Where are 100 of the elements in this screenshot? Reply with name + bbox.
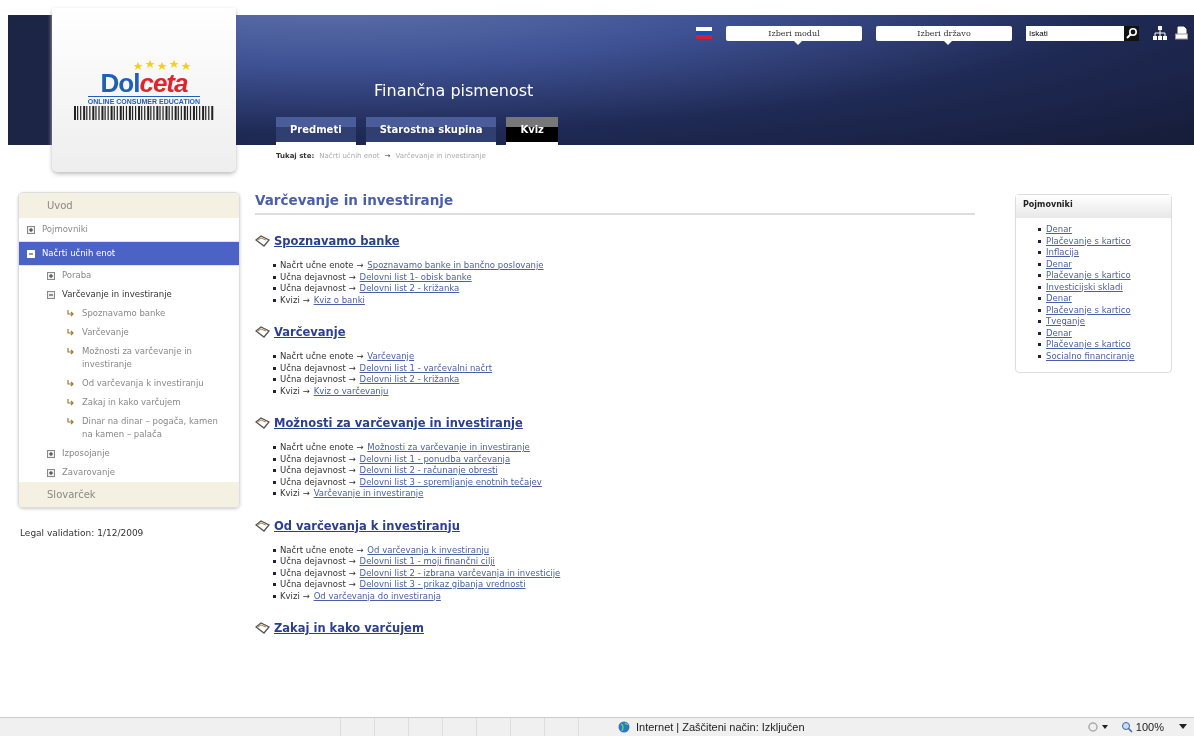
section-link[interactable]: Od varčevanja k investiranju [274,518,460,533]
item-label: Načrt učne enote → [280,544,364,556]
glossary-link[interactable]: Investicijski skladi [1046,281,1123,293]
item-label: Varčevanje in investiranje [62,288,172,301]
resource-link[interactable]: Od varčevanja k investiranju [367,544,490,556]
nav-tab[interactable]: Starostna skupina [365,117,497,145]
search-icon[interactable] [1124,25,1139,41]
item-label: Kvizi → [280,385,310,397]
sidebar-item[interactable]: Varčevanje in investiranje [19,285,239,304]
resource-link[interactable]: Kviz o banki [313,294,365,306]
bullet-icon [1038,239,1041,243]
item-label: Načrti učnih enot [42,247,116,260]
expand-icon[interactable] [47,272,55,280]
bullet-icon [1038,251,1041,255]
item-label: Kvizi → [280,488,310,500]
sidebar-item[interactable]: Načrti učnih enot [19,242,239,266]
resource-link[interactable]: Delovni list 3 - prikaz gibanja vrednosti [359,579,526,591]
sidebar-item[interactable]: Možnosti za varčevanje in investiranje [19,342,239,374]
item-label: Dinar na dinar – pogača, kamen na kamen – palača [82,415,219,441]
item-label: Možnosti za varčevanje in investiranje [82,345,193,371]
item-label: Učna dejavnost → [280,476,356,488]
bullet-icon [1038,343,1041,347]
caret-icon[interactable] [1178,724,1188,730]
bullet-icon [273,469,276,473]
book-icon [255,326,270,338]
glossary-link[interactable]: Denar [1046,293,1072,305]
resource-link[interactable]: Delovni list 2 - križanka [359,283,460,295]
sidebar-item[interactable]: Poraba [19,266,239,285]
resource-link[interactable]: Od varčevanja do investiranja [313,590,441,602]
resource-link[interactable]: Delovni list 2 - križanka [359,374,460,386]
page-heading: Varčevanje in investiranje [255,192,975,215]
sidebar-item[interactable]: Od varčevanja k investiranju [19,374,239,393]
glossary-link[interactable]: Denar [1046,224,1072,236]
resource-link[interactable]: Kviz o varčevanju [313,385,389,397]
resource-link[interactable]: Spoznavamo banke in bančno poslovanje [367,260,544,272]
item-label: Učna dejavnost → [280,271,356,283]
section-link[interactable]: Varčevanje [274,325,346,339]
nav-tab[interactable]: Kviz [506,117,558,145]
section-link[interactable]: Spoznavamo banke [274,234,400,248]
sidebar-item[interactable]: Varčevanje [19,323,239,342]
section-link[interactable]: Možnosti za varčevanje in investiranje [274,416,523,430]
resource-link[interactable]: Delovni list 2 - računanje obresti [359,465,498,477]
section-link[interactable]: Zakaj in kako varčujem [274,621,424,635]
bullet-icon [273,594,276,598]
globe-icon [618,721,630,733]
resource-link[interactable]: Varčevanje [367,351,415,363]
print-icon[interactable] [1175,26,1188,40]
arrow-icon [67,418,75,425]
arrow-icon [67,399,75,406]
resource-link[interactable]: Delovni list 1 - ponudba varčevanja [359,453,511,465]
item-label: Učna dejavnost → [280,556,356,568]
sidebar-item[interactable]: Izposojanje [19,444,239,463]
item-label: Spoznavamo banke [82,307,166,320]
sitemap-icon[interactable] [1153,26,1167,40]
resource-link[interactable]: Delovni list 1 - moji finančni cilji [359,556,495,568]
expand-icon[interactable] [47,450,55,458]
sidebar-item[interactable]: Dinar na dinar – pogača, kamen na kamen – palača [19,412,239,444]
arrow-icon [67,310,75,317]
glossary-link[interactable]: Denar [1046,327,1072,339]
expand-icon[interactable] [47,469,55,477]
resource-link[interactable]: Delovni list 1- obisk banke [359,271,472,283]
nav-tab[interactable]: Predmeti [276,117,356,145]
bullet-icon [273,366,276,370]
book-icon [255,519,270,532]
resource-link[interactable]: Delovni list 2 - izbrana varčevanja in investicije [359,567,561,579]
bullet-icon [1038,228,1041,232]
sidebar-item[interactable]: Zakaj in kako varčujem [19,393,239,412]
bullet-icon [273,583,276,587]
glossary-link[interactable]: Inflacija [1046,247,1080,259]
expand-icon[interactable] [27,226,35,234]
glossary-link[interactable]: Plačevanje s kartico [1046,304,1131,316]
item-label: Učna dejavnost → [280,579,356,591]
resource-link[interactable]: Delovni list 1 - varčevalni načrt [359,362,493,374]
item-label: Kvizi → [280,590,310,602]
book-icon [255,235,270,247]
bullet-icon [1038,320,1041,324]
sidebar-section[interactable]: Slovarček [19,482,239,507]
resource-link[interactable]: Varčevanje in investiranje [313,488,424,500]
glossary-link[interactable]: Plačevanje s kartico [1046,339,1131,351]
collapse-icon[interactable] [47,291,55,299]
resource-link[interactable]: Delovni list 3 - spremljanje enotnih tečajev [359,476,542,488]
zoom-level[interactable]: 100% [1135,721,1164,733]
item-label: Učna dejavnost → [280,362,356,374]
item-label: Od varčevanja k investiranju [82,377,204,390]
glossary-link[interactable]: Denar [1046,258,1072,270]
sidebar-item[interactable]: Zavarovanje [19,463,239,482]
search-field[interactable]: Iskati [1026,25,1124,41]
item-label: Poraba [62,269,92,282]
item-label: Načrt učne enote → [280,351,364,363]
glossary-link[interactable]: Socialno financiranje [1046,350,1135,362]
bullet-icon [273,275,276,279]
resource-link[interactable]: Možnosti za varčevanje in investiranje [367,442,530,454]
sidebar-item[interactable]: Spoznavamo banke [19,304,239,323]
item-label: Učna dejavnost → [280,283,356,295]
flag-icon[interactable] [696,27,712,39]
glossary-link[interactable]: Plačevanje s kartico [1046,235,1131,247]
glossary-link[interactable]: Tveganje [1046,316,1086,328]
item-label: Zavarovanje [62,466,115,479]
glossary-link[interactable]: Plačevanje s kartico [1046,270,1131,282]
arrow-icon [67,329,75,336]
